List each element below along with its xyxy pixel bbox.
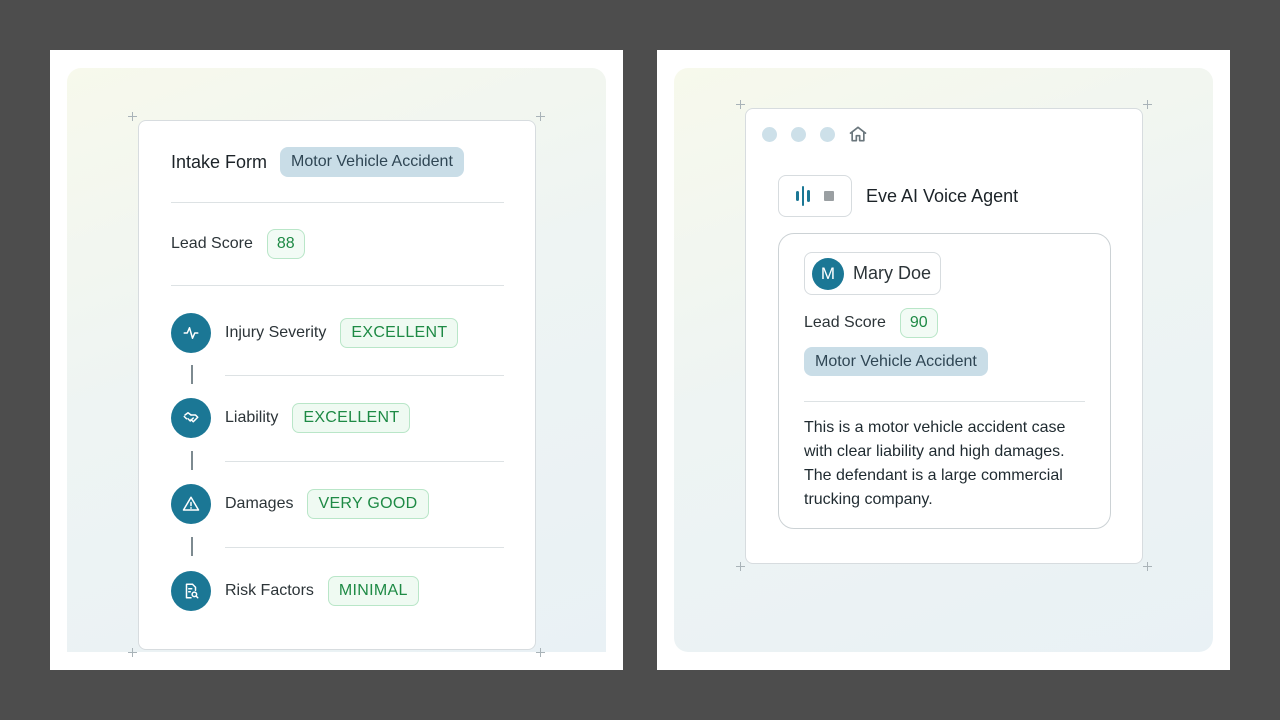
avatar: M [812,257,844,290]
criteria-item-liability: Liability EXCELLENT [171,398,411,438]
lead-score-value: 88 [266,229,305,259]
criteria-label: Damages [225,495,294,512]
divider [225,461,504,462]
connector-line [191,537,193,556]
stop-icon[interactable] [823,191,834,201]
pulse-icon [171,313,211,353]
lead-score-row: Lead Score 90 [804,308,938,338]
divider [171,285,504,286]
window-dot[interactable] [762,127,777,142]
contact-chip[interactable]: M Mary Doe [804,252,942,295]
criteria-item-damages: Damages VERY GOOD [171,484,429,524]
criteria-rating: EXCELLENT [292,403,411,433]
criteria-label: Liability [225,409,279,426]
corner-plus-icon [128,648,137,657]
criteria-item-risk-factors: Risk Factors MINIMAL [171,571,419,611]
case-type-tag: Motor Vehicle Accident [804,347,988,376]
case-summary: This is a motor vehicle accident case wi… [804,419,1066,508]
corner-plus-icon [1143,100,1152,109]
divider [804,401,1085,402]
lead-score-row: Lead Score 88 [171,229,305,259]
intake-panel: Intake Form Motor Vehicle Accident Lead … [50,50,623,670]
divider [171,202,504,203]
divider [225,375,504,376]
criteria-label: Injury Severity [225,324,327,341]
home-icon[interactable] [848,124,868,149]
divider [225,547,504,548]
case-type-tag: Motor Vehicle Accident [280,147,464,177]
agent-header: Eve AI Voice Agent [778,175,1018,217]
voice-controls[interactable] [778,175,852,217]
waveform-icon[interactable] [796,186,810,206]
window-dot[interactable] [820,127,835,142]
criteria-rating: EXCELLENT [340,318,459,348]
criteria-rating: VERY GOOD [307,489,429,519]
criteria-item-injury-severity: Injury Severity EXCELLENT [171,313,459,353]
window-controls [762,127,835,142]
contact-name: Mary Doe [853,263,932,283]
connector-line [191,451,193,470]
intake-title: Intake Form [171,151,268,172]
corner-plus-icon [736,562,745,571]
corner-plus-icon [736,100,745,109]
connector-line [191,365,193,384]
warning-icon [171,484,211,524]
lead-score-label: Lead Score [171,235,253,252]
lead-score-value: 90 [899,308,938,338]
lead-summary-card: M Mary Doe Lead Score 90 Motor Vehicle A… [778,233,1111,529]
lead-score-label: Lead Score [804,314,886,331]
voice-agent-panel: Eve AI Voice Agent M Mary Doe Lead Score… [657,50,1230,670]
intake-form-card: Intake Form Motor Vehicle Accident Lead … [138,120,536,650]
criteria-rating: MINIMAL [327,576,419,606]
intake-header: Intake Form Motor Vehicle Accident [171,147,464,177]
window-dot[interactable] [791,127,806,142]
voice-agent-window: Eve AI Voice Agent M Mary Doe Lead Score… [745,108,1143,564]
corner-plus-icon [128,112,137,121]
document-search-icon [171,571,211,611]
corner-plus-icon [1143,562,1152,571]
corner-plus-icon [536,112,545,121]
agent-title: Eve AI Voice Agent [866,185,1019,206]
criteria-label: Risk Factors [225,582,314,599]
case-type-wrapper: Motor Vehicle Accident [804,347,988,376]
corner-plus-icon [536,648,545,657]
handshake-icon [171,398,211,438]
